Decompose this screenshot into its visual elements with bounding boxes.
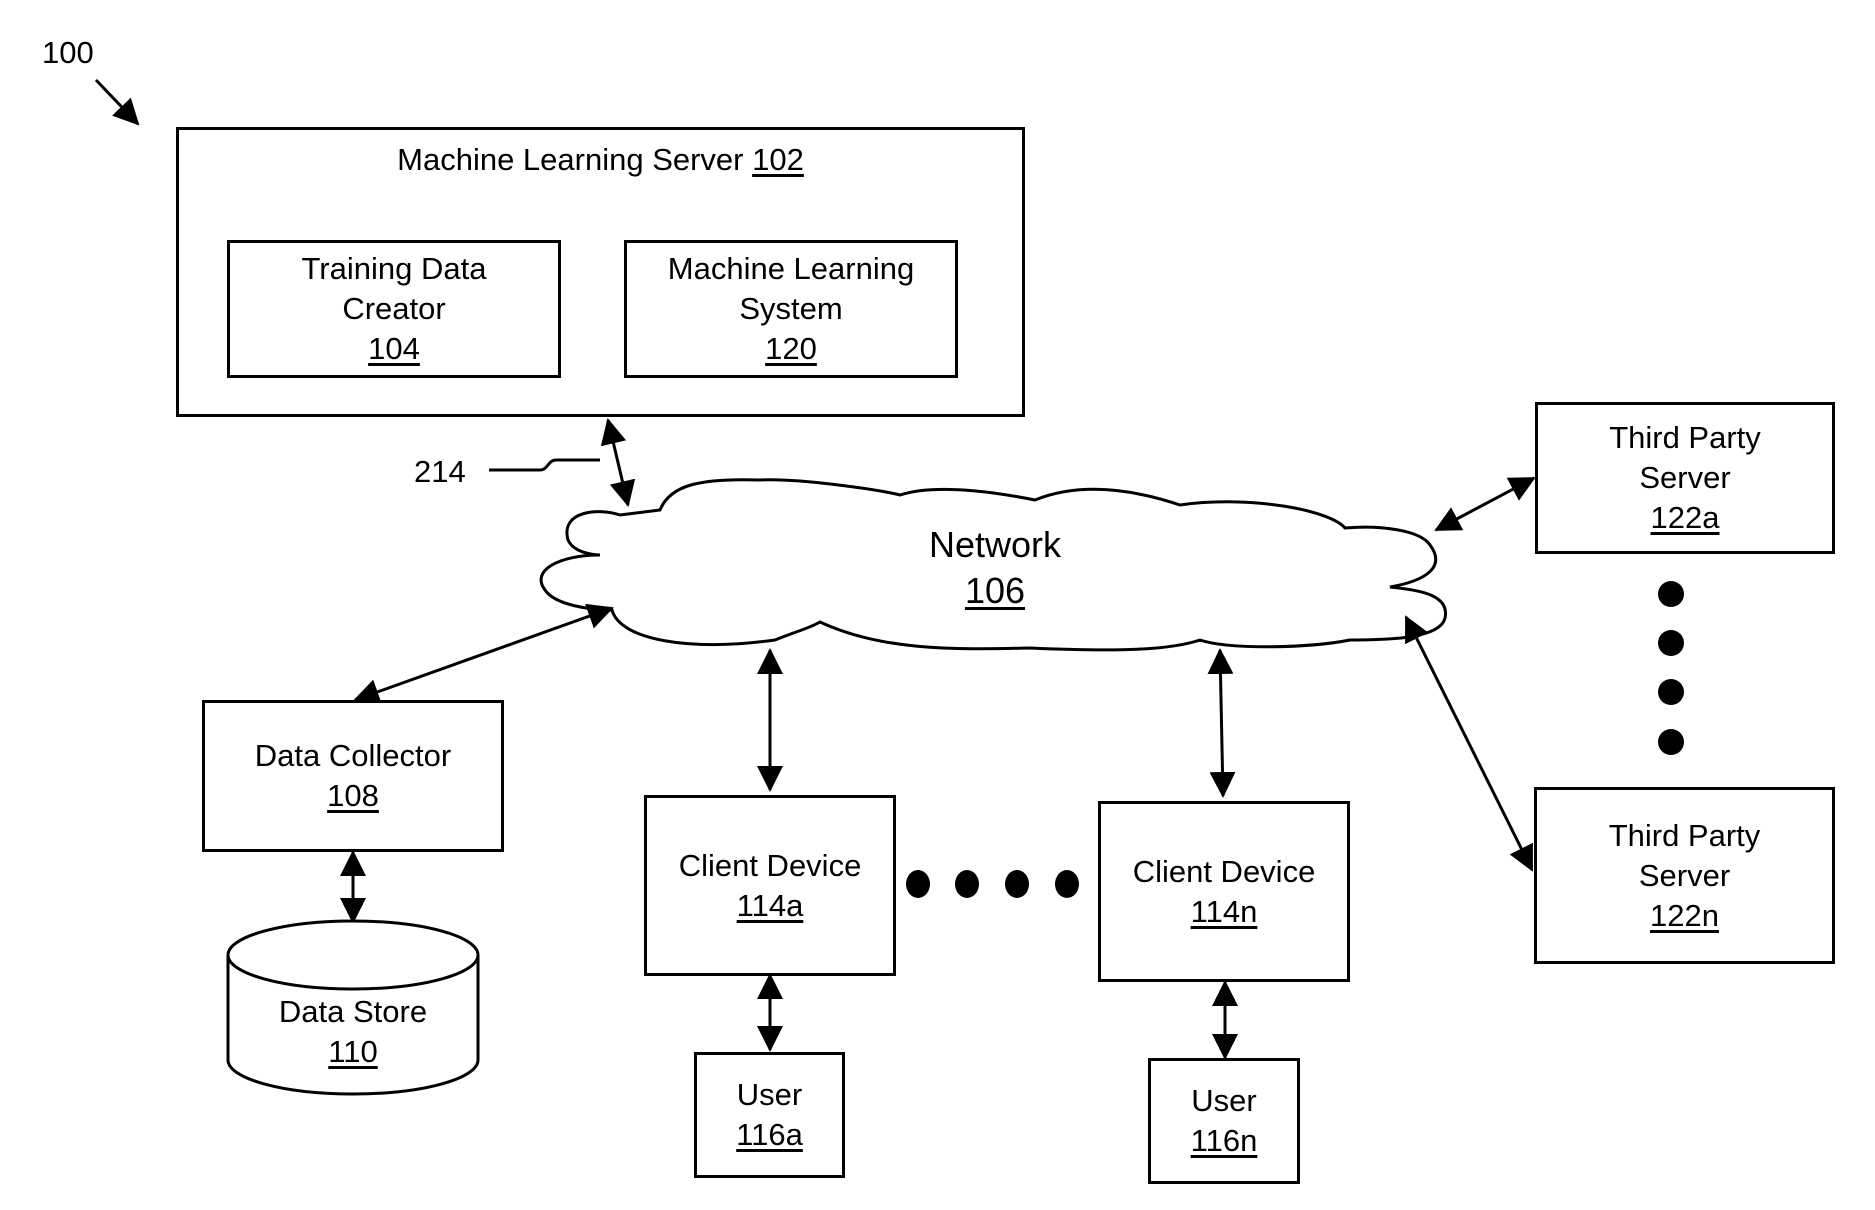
network-label: Network	[928, 524, 1062, 565]
ml-system-ref: 120	[765, 331, 817, 366]
user-n-ref: 116n	[1190, 1123, 1258, 1158]
ml-server-ref: 102	[752, 142, 804, 177]
data-collector-label: Data Collector	[254, 738, 452, 773]
link-ml-server-network	[600, 418, 636, 507]
network-ref: 106	[964, 570, 1026, 611]
data-collector-box[interactable]: Data Collector 108	[202, 700, 504, 852]
third-party-server-a-label-line1: Third Party	[1609, 420, 1761, 455]
training-data-creator-label-line1: Training Data	[301, 251, 487, 286]
user-a-box[interactable]: User 116a	[694, 1052, 845, 1178]
training-data-creator-label-line2: Creator	[342, 291, 446, 326]
third-party-server-n-label-line2: Server	[1638, 857, 1731, 893]
third-party-server-n-ref: 122n	[1650, 897, 1719, 933]
data-store-ref: 110	[328, 1034, 378, 1069]
third-party-server-a-box[interactable]: Third Party Server 122a	[1535, 402, 1835, 554]
ref-214-leader	[489, 458, 600, 472]
client-device-n-box[interactable]: Client Device 114n	[1098, 801, 1350, 982]
ml-system-box[interactable]: Machine Learning System 120	[624, 240, 958, 378]
figure-ref-label: 100	[42, 35, 94, 70]
figure-pointer-arrow	[94, 78, 140, 126]
link-client-n-network	[1207, 648, 1236, 798]
client-device-a-ref: 114a	[736, 887, 804, 923]
training-data-creator-ref: 104	[368, 331, 420, 366]
connection-ref-label: 214	[414, 454, 466, 489]
user-n-box[interactable]: User 116n	[1148, 1058, 1300, 1184]
data-collector-ref: 108	[327, 778, 379, 813]
third-party-server-a-ref: 122a	[1650, 500, 1720, 535]
ml-system-label-line2: System	[739, 291, 843, 326]
data-store-label: Data Store	[278, 994, 428, 1029]
client-device-a-label: Client Device	[678, 847, 862, 883]
user-a-label: User	[736, 1077, 803, 1112]
training-data-creator-box[interactable]: Training Data Creator 104	[227, 240, 561, 378]
third-party-server-a-label-line2: Server	[1639, 460, 1731, 495]
third-party-server-n-box[interactable]: Third Party Server 122n	[1534, 787, 1835, 964]
client-device-a-box[interactable]: Client Device 114a	[644, 795, 896, 976]
client-device-n-label: Client Device	[1132, 853, 1316, 889]
user-a-ref: 116a	[736, 1117, 803, 1152]
user-n-label: User	[1191, 1083, 1257, 1118]
link-network-third-party-n	[1404, 615, 1534, 872]
ml-system-label-line1: Machine Learning	[667, 251, 915, 286]
client-device-n-ref: 114n	[1190, 893, 1258, 929]
link-data-collector-network	[353, 603, 614, 705]
ml-server-title: Machine Learning Server 102	[397, 142, 804, 177]
third-party-server-n-label-line1: Third Party	[1608, 817, 1761, 853]
data-store-label-group[interactable]: Data Store 110	[228, 992, 478, 1072]
link-network-third-party-a	[1434, 476, 1536, 532]
network-label-group[interactable]: Network 106	[880, 522, 1110, 614]
